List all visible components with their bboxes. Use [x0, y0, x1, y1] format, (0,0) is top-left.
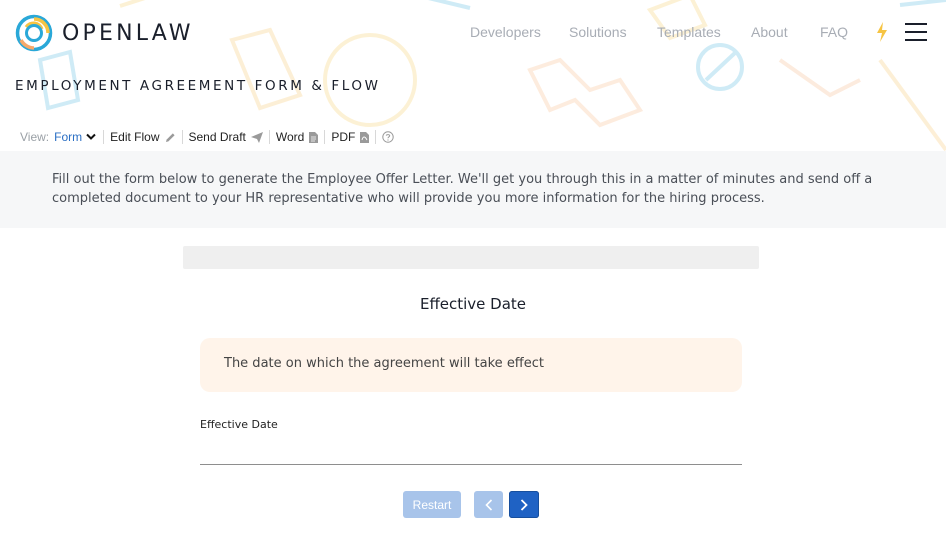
view-select-form[interactable]: Form	[54, 130, 96, 144]
divider	[375, 130, 377, 144]
nav-faq[interactable]: FAQ	[820, 24, 848, 40]
lightning-bolt-icon[interactable]	[876, 22, 888, 42]
progress-bar	[183, 246, 759, 269]
effective-date-input[interactable]	[200, 434, 742, 465]
divider	[103, 130, 105, 144]
chevron-down-icon	[86, 133, 96, 140]
pdf-label: PDF	[331, 130, 356, 144]
section-title: Effective Date	[419, 295, 527, 313]
field-description-box: The date on which the agreement will tak…	[200, 338, 742, 392]
word-label: Word	[275, 130, 305, 144]
divider	[324, 130, 326, 144]
document-icon	[309, 131, 319, 143]
view-toolbar: View: Form Edit Flow Send Draft Word PDF	[20, 129, 395, 145]
pdf-icon	[360, 131, 370, 143]
next-button[interactable]	[509, 491, 539, 518]
previous-button[interactable]	[474, 491, 503, 518]
nav-developers[interactable]: Developers	[470, 24, 541, 40]
send-draft-label: Send Draft	[188, 130, 246, 144]
edit-flow-button[interactable]: Edit Flow	[110, 130, 175, 144]
view-select-value: Form	[54, 130, 83, 144]
help-circle-icon	[382, 131, 395, 143]
intro-banner: Fill out the form below to generate the …	[0, 151, 946, 228]
page-title: EMPLOYMENT AGREEMENT FORM & FLOW	[15, 78, 381, 94]
download-pdf-button[interactable]: PDF	[331, 130, 370, 144]
chevron-right-icon	[520, 498, 528, 511]
pencil-icon	[165, 132, 176, 143]
effective-date-label: Effective Date	[200, 418, 278, 431]
chevron-left-icon	[484, 498, 492, 511]
edit-flow-label: Edit Flow	[110, 130, 160, 144]
nav-templates[interactable]: Templates	[657, 24, 721, 40]
nav-about[interactable]: About	[751, 24, 788, 40]
send-draft-button[interactable]: Send Draft	[189, 130, 263, 144]
divider	[181, 130, 183, 144]
view-label: View:	[20, 130, 50, 144]
field-description: The date on which the agreement will tak…	[224, 356, 545, 371]
top-header: OPENLAW Developers Solutions Templates A…	[0, 0, 946, 66]
download-word-button[interactable]: Word	[275, 130, 319, 144]
help-button[interactable]	[382, 131, 395, 143]
restart-button[interactable]: Restart	[403, 491, 461, 518]
intro-text: Fill out the form below to generate the …	[52, 172, 873, 206]
hamburger-menu-icon[interactable]	[905, 23, 927, 41]
nav-solutions[interactable]: Solutions	[569, 24, 627, 40]
main-nav: Developers Solutions Templates About FAQ	[0, 24, 946, 44]
paper-plane-icon	[250, 131, 263, 143]
divider	[268, 130, 270, 144]
